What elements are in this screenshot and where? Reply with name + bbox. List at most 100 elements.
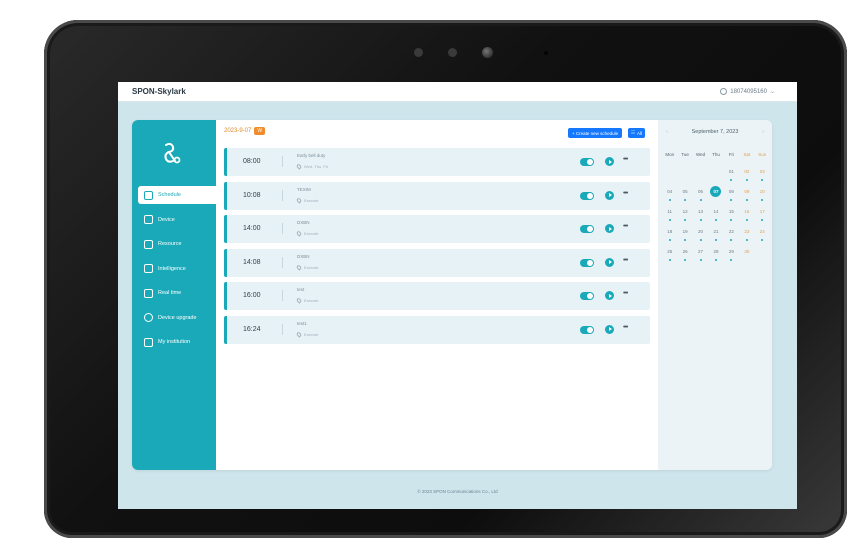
calendar-day[interactable]: 04 (662, 186, 677, 201)
all-button-label: All (637, 130, 643, 136)
play-icon[interactable] (605, 190, 614, 200)
sidebar-item-schedule[interactable]: Schedule (138, 186, 216, 204)
chevron-right-icon[interactable]: › (762, 129, 764, 135)
schedule-row[interactable]: 16:24 test1 Execute ••• (224, 315, 650, 344)
schedule-toggle[interactable] (580, 325, 594, 334)
calendar-day[interactable]: 17 (755, 206, 770, 221)
calendar-empty-cell (693, 166, 708, 177)
more-icon[interactable]: ••• (623, 156, 628, 163)
calendar-day-number: 21 (713, 229, 719, 234)
user-icon (720, 88, 728, 95)
schedule-row[interactable]: 14:08 DXBN Execute ••• (224, 248, 650, 277)
calendar-day-number: 11 (667, 209, 673, 214)
calendar-day[interactable]: 10 (755, 186, 770, 201)
intelligence-icon (144, 264, 153, 273)
calendar-day[interactable]: 14 (708, 206, 723, 221)
calendar-day[interactable]: 01 (724, 166, 739, 181)
calendar-day-number: 17 (759, 209, 765, 214)
calendar-day-number: 14 (713, 209, 719, 214)
calendar-day[interactable]: 27 (693, 246, 708, 261)
schedule-toggle[interactable] (580, 158, 594, 166)
play-icon[interactable] (605, 224, 614, 234)
calendar-day[interactable]: 30 (739, 246, 754, 257)
schedule-detail: Wed, Thu, Fri (295, 163, 329, 170)
event-dot-icon (668, 239, 671, 241)
sidebar-item-label: Device upgrade (158, 314, 197, 321)
schedule-row[interactable]: 16:00 test Execute ••• (224, 282, 650, 311)
file-icon (144, 239, 153, 249)
date-label: 2023-9-07 (224, 128, 252, 134)
divider (282, 323, 283, 335)
calendar-day[interactable]: 29 (724, 246, 739, 261)
calendar-day-number: 28 (713, 249, 719, 254)
event-dot-icon (684, 219, 687, 221)
schedule-row[interactable]: 14:00 DXBN Execute ••• (224, 215, 650, 244)
calendar-day[interactable]: 02 (739, 166, 754, 181)
sidebar-item-resource[interactable]: Resource (138, 235, 216, 253)
calendar-day[interactable]: 07 (708, 186, 723, 197)
sidebar-item-my-institution[interactable]: My institution (138, 333, 216, 351)
event-dot-icon (668, 219, 671, 221)
play-icon[interactable] (605, 291, 614, 301)
sidebar: Schedule Device Resource Intelligence Real t… (132, 120, 216, 470)
calendar-day[interactable]: 23 (739, 226, 754, 241)
calendar-day[interactable]: 06 (693, 186, 708, 201)
calendar-day[interactable]: 08 (724, 186, 739, 201)
schedule-time: 14:00 (243, 225, 261, 233)
sidebar-item-device-upgrade[interactable]: Device upgrade (138, 309, 216, 327)
schedule-toggle[interactable] (580, 292, 594, 301)
app-panel: Schedule Device Resource Intelligence Real t… (132, 120, 772, 470)
calendar-day[interactable]: 11 (662, 206, 677, 221)
event-dot-icon (730, 179, 733, 181)
sidebar-item-device[interactable]: Device (138, 211, 216, 229)
more-icon[interactable]: ••• (623, 190, 628, 197)
calendar-day[interactable]: 26 (677, 246, 692, 261)
calendar-day[interactable]: 19 (677, 226, 692, 241)
calendar-day[interactable]: 05 (677, 186, 692, 201)
play-icon[interactable] (605, 324, 614, 334)
calendar-day[interactable]: 21 (708, 226, 723, 241)
footer: © 2023 SPON Communications Co., Ltd (417, 489, 498, 494)
clock-icon (144, 288, 153, 298)
calendar-day[interactable]: 15 (724, 206, 739, 221)
schedule-toggle[interactable] (580, 191, 594, 200)
all-button[interactable]: ☷ All (628, 128, 646, 138)
calendar-day[interactable]: 09 (739, 186, 754, 201)
create-schedule-button[interactable]: + Create new schedule (568, 128, 623, 138)
calendar-day-number: 25 (667, 249, 673, 254)
calendar-day[interactable]: 12 (677, 206, 692, 221)
user-menu[interactable]: 18074095160 ⌄ (720, 88, 775, 95)
sidebar-item-intelligence[interactable]: Intelligence (138, 260, 216, 278)
schedule-toggle[interactable] (580, 225, 594, 234)
calendar-day[interactable]: 24 (755, 226, 770, 241)
play-icon[interactable] (605, 257, 614, 267)
event-dot-icon (684, 239, 687, 241)
play-icon[interactable] (605, 157, 614, 166)
schedule-toggle[interactable] (580, 258, 594, 267)
sidebar-item-real-time[interactable]: Real time (138, 284, 216, 302)
calendar-day[interactable]: 20 (693, 226, 708, 241)
schedule-row[interactable]: 08:00 Early bell duty Wed, Thu, Fri ••• (224, 148, 650, 176)
upgrade-icon (144, 313, 153, 322)
calendar-day[interactable]: 16 (739, 206, 754, 221)
calendar-day[interactable]: 03 (755, 166, 770, 181)
more-icon[interactable]: ••• (623, 257, 628, 264)
grid-icon: ☷ (631, 130, 636, 135)
schedule-name: DXBN (297, 220, 310, 226)
divider (282, 189, 283, 201)
institution-icon (144, 337, 153, 347)
chevron-left-icon[interactable]: ‹ (666, 129, 668, 135)
calendar-day[interactable]: 22 (724, 226, 739, 241)
calendar-day[interactable]: 13 (693, 206, 708, 221)
calendar-day[interactable]: 25 (662, 246, 677, 261)
sidebar-nav: Schedule Device Resource Intelligence Real t… (138, 186, 216, 358)
calendar-day[interactable]: 18 (662, 226, 677, 241)
more-icon[interactable]: ••• (623, 223, 628, 230)
schedule-time: 08:00 (243, 158, 261, 165)
schedule-detail-text: Wed, Thu, Fri (304, 164, 329, 169)
more-icon[interactable]: ••• (623, 324, 628, 331)
divider (282, 256, 283, 268)
more-icon[interactable]: ••• (623, 290, 628, 297)
calendar-day[interactable]: 28 (708, 246, 723, 261)
schedule-row[interactable]: 10:08 TEXIM Execute ••• (224, 181, 650, 210)
